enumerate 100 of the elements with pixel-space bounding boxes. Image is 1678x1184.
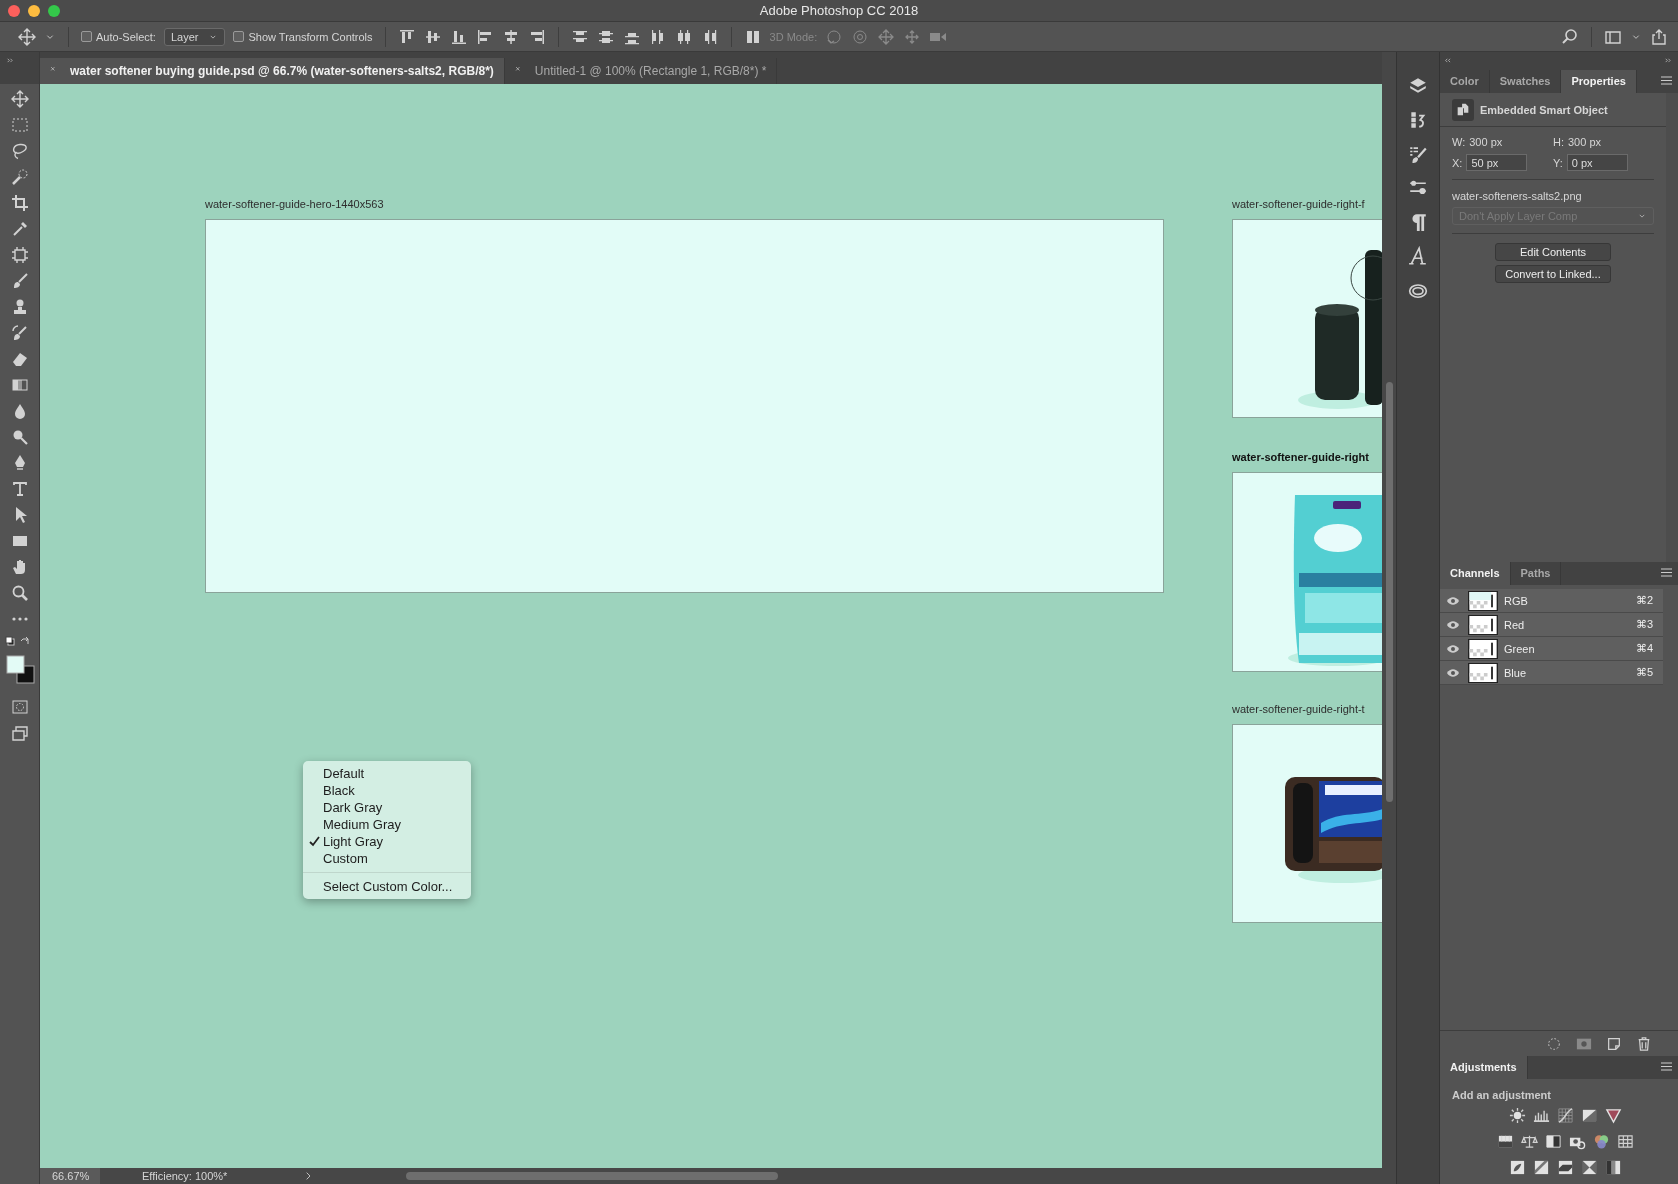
eye-icon[interactable] — [1446, 619, 1460, 630]
selective-color-icon[interactable] — [1580, 1159, 1598, 1176]
type-icon[interactable] — [10, 480, 29, 498]
channel-name: RGB — [1504, 594, 1529, 607]
marquee-icon[interactable] — [10, 116, 29, 134]
menu-item[interactable]: Medium Gray — [303, 816, 471, 833]
trash-icon[interactable] — [1636, 1035, 1652, 1052]
menu-item[interactable]: Custom — [303, 850, 471, 867]
invert-icon[interactable] — [1508, 1159, 1526, 1176]
artboard-label[interactable]: water-softener-guide-right-t — [1232, 703, 1365, 715]
panel-menu-icon[interactable] — [1661, 1062, 1672, 1071]
zoom-level[interactable]: 66.67% — [40, 1168, 100, 1184]
zoom-icon[interactable] — [10, 584, 29, 602]
panel-menu-icon[interactable] — [1661, 76, 1672, 85]
transform-controls-label: Show Transform Controls — [248, 30, 373, 43]
menu-item[interactable]: Default — [303, 765, 471, 782]
share-icon[interactable] — [1650, 27, 1668, 46]
field-label: W: — [1452, 135, 1466, 148]
crop-icon[interactable] — [10, 194, 29, 212]
panel-tab[interactable]: Channels — [1440, 562, 1511, 585]
channel-row[interactable]: Blue ⌘5 — [1440, 661, 1663, 685]
panel-menu-icon[interactable] — [1661, 568, 1672, 577]
channel-name: Red — [1504, 618, 1526, 631]
gradient-icon[interactable] — [10, 376, 29, 394]
scrollbar-thumb[interactable] — [1385, 382, 1393, 802]
quick-mask-icon[interactable] — [10, 698, 29, 716]
color-lookup-icon[interactable] — [1616, 1133, 1634, 1150]
shortcut-label: ⌘3 — [1635, 618, 1653, 631]
history-icon[interactable] — [1408, 110, 1428, 130]
scrollbar-thumb[interactable] — [406, 1172, 778, 1180]
curves-icon[interactable] — [1556, 1107, 1574, 1124]
field-label: Y: — [1553, 156, 1563, 169]
panel-subtitle: Add an adjustment — [1451, 1088, 1552, 1103]
artboard-label[interactable]: water-softener-guide-hero-1440x563 — [205, 198, 384, 210]
zoom-button[interactable] — [48, 4, 60, 17]
eye-icon[interactable] — [1446, 667, 1460, 678]
panel-button[interactable]: Edit Contents — [1495, 243, 1611, 261]
input-field[interactable]: 0 px — [1566, 154, 1628, 171]
lasso-icon[interactable] — [10, 142, 29, 160]
eye-icon[interactable] — [1446, 595, 1460, 606]
eye-icon[interactable] — [1446, 643, 1460, 654]
transform-controls-checkbox[interactable] — [233, 31, 245, 42]
window-title: Adobe Photoshop CC 2018 — [758, 3, 920, 18]
input-field[interactable]: 50 px — [1466, 154, 1528, 171]
brush-settings-icon[interactable] — [1408, 144, 1428, 164]
smart-object-icon — [1455, 101, 1471, 118]
auto-select-checkbox[interactable] — [81, 31, 92, 42]
new-channel-icon[interactable] — [1606, 1035, 1622, 1052]
panel-tab[interactable]: Color — [1440, 70, 1490, 93]
character-icon[interactable] — [1408, 246, 1428, 266]
channel-row[interactable]: Green ⌘4 — [1440, 637, 1663, 661]
channel-name: Blue — [1504, 666, 1528, 679]
shortcut-label: ⌘5 — [1635, 666, 1653, 679]
split-square-icon[interactable] — [1544, 1133, 1562, 1150]
menu-item[interactable]: Select Custom Color... — [303, 878, 471, 895]
quick-selection-icon[interactable] — [10, 168, 29, 186]
auto-select-label: Auto-Select: — [96, 30, 156, 43]
panel-tab[interactable]: Paths — [1510, 562, 1562, 585]
move-icon[interactable] — [18, 27, 36, 46]
field-label: X: — [1452, 156, 1463, 169]
channel-mixer-icon[interactable] — [1592, 1133, 1610, 1150]
height-value: 300 px — [1568, 135, 1602, 148]
brightness-icon[interactable] — [1508, 1107, 1526, 1124]
file-name: water-softeners-salts2.png — [1452, 189, 1583, 204]
document-tab[interactable]: water softener buying guide.psd @ 66.7% (water-softeners-salts2, RGB/8*) — [40, 58, 505, 84]
selection-icon[interactable] — [1546, 1035, 1562, 1052]
artboard-label[interactable]: water-softener-guide-right-f — [1232, 198, 1365, 210]
panel-heading: Embedded Smart Object — [1480, 103, 1608, 116]
history-brush-icon[interactable] — [10, 324, 29, 342]
threshold-icon[interactable] — [1556, 1159, 1574, 1176]
menu-item[interactable]: Dark Gray — [303, 799, 471, 816]
status-info: Efficiency: 100%* — [142, 1170, 228, 1182]
screen-mode-icon[interactable] — [10, 724, 29, 742]
move-icon[interactable] — [10, 90, 29, 108]
search-icon[interactable] — [1561, 27, 1579, 46]
align-icon[interactable] — [475, 27, 494, 46]
posterize-icon[interactable] — [1532, 1159, 1550, 1176]
field-label: H: — [1553, 135, 1564, 148]
frame-icon[interactable] — [10, 246, 29, 264]
channel-row[interactable]: Red ⌘3 — [1440, 613, 1663, 637]
align-icon[interactable] — [397, 27, 416, 46]
minimize-button[interactable] — [28, 4, 40, 17]
target-dropdown[interactable]: Layer — [163, 27, 226, 46]
menu-item[interactable]: Black — [303, 782, 471, 799]
artboard-label[interactable]: water-softener-guide-right — [1232, 451, 1369, 463]
width-value: 300 px — [1469, 135, 1503, 148]
menu-item[interactable]: Light Gray — [303, 833, 471, 850]
vibrance-icon[interactable] — [1604, 1107, 1622, 1124]
hue-saturation-icon[interactable] — [1496, 1133, 1514, 1150]
shortcut-label: ⌘2 — [1635, 594, 1653, 607]
balance-icon[interactable] — [1520, 1133, 1538, 1150]
panel-tab[interactable]: Properties — [1561, 70, 1637, 93]
exposure-icon[interactable] — [1580, 1107, 1598, 1124]
eraser-icon[interactable] — [10, 350, 29, 368]
panel-tab[interactable]: Adjustments — [1440, 1056, 1528, 1079]
close-button[interactable] — [8, 4, 20, 17]
panel-button[interactable]: Convert to Linked... — [1495, 265, 1611, 283]
gradient-map-icon[interactable] — [1604, 1159, 1622, 1176]
channel-name: Green — [1504, 642, 1536, 655]
channel-row[interactable]: RGB ⌘2 — [1440, 589, 1663, 613]
